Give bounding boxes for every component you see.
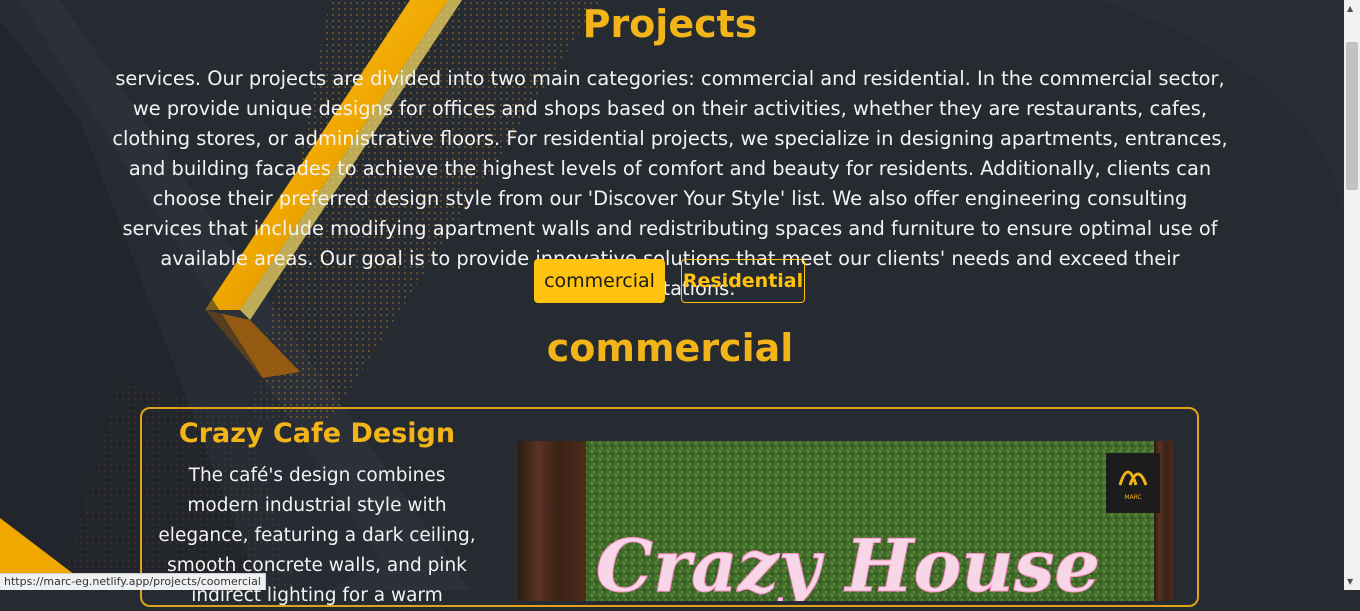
link-status-bar: https://marc-eg.netlify.app/projects/coo… (0, 573, 266, 590)
tab-residential[interactable]: Residential (681, 259, 805, 303)
neon-sign-text: Crazy House (596, 523, 1100, 601)
section-title: commercial (546, 326, 794, 370)
vertical-scrollbar[interactable]: ▲ ▼ (1344, 0, 1360, 590)
page-title: Projects (582, 2, 758, 46)
project-title: Crazy Cafe Design (178, 418, 456, 449)
svg-text:MARC: MARC (1124, 494, 1141, 501)
scroll-down-arrow-icon[interactable]: ▼ (1347, 577, 1353, 586)
tab-commercial[interactable]: commercial (534, 259, 665, 303)
scrollbar-thumb[interactable] (1346, 42, 1358, 190)
category-tabs: commercial Residential (534, 259, 805, 303)
page-content: Projects services. Our projects are divi… (0, 0, 1344, 607)
scroll-up-arrow-icon[interactable]: ▲ (1347, 4, 1353, 13)
logo-icon: MARC (1106, 453, 1160, 513)
project-image[interactable]: MARC Crazy House (518, 441, 1173, 601)
